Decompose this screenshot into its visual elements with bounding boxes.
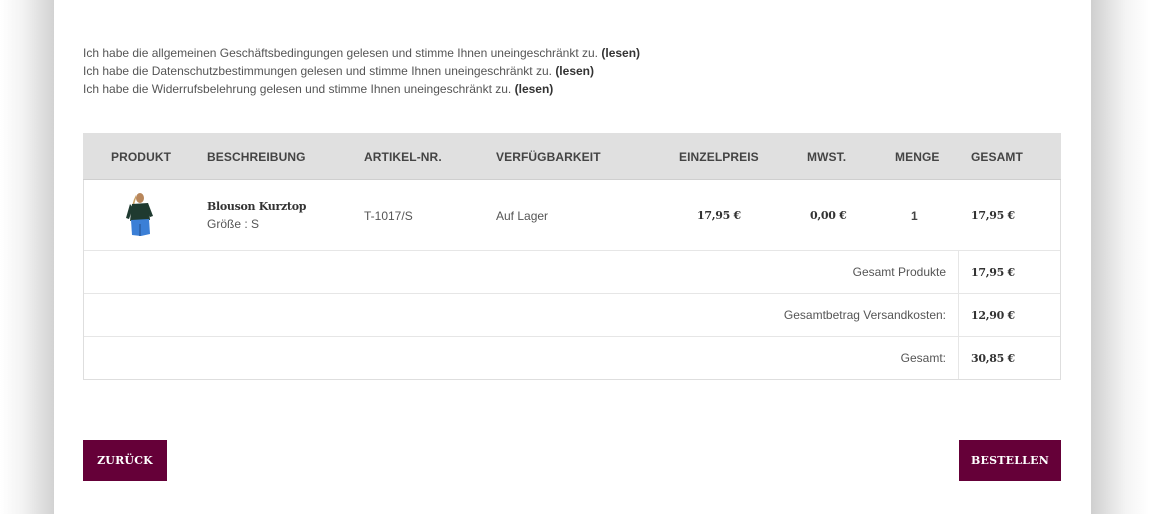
summary-column-divider xyxy=(958,250,959,379)
product-article-no: T-1017/S xyxy=(364,209,413,223)
product-availability: Auf Lager xyxy=(496,209,549,223)
agreement-privacy-read-link[interactable]: (lesen) xyxy=(555,64,594,78)
back-button[interactable]: ZURÜCK xyxy=(83,440,167,481)
agreement-terms-text: Ich habe die allgemeinen Geschäftsbeding… xyxy=(83,46,599,60)
header-product: PRODUKT xyxy=(111,150,172,164)
agreement-terms-read-link[interactable]: (lesen) xyxy=(601,46,640,60)
agreement-terms: Ich habe die allgemeinen Geschäftsbeding… xyxy=(83,44,640,62)
header-availability: VERFÜGBARKEIT xyxy=(496,150,601,164)
header-article-no: ARTIKEL-NR. xyxy=(364,150,442,164)
cart-table-header: PRODUKT BESCHREIBUNG ARTIKEL-NR. VERFÜGB… xyxy=(83,133,1061,180)
product-name[interactable]: Blouson Kurztop xyxy=(207,200,306,213)
product-size: Größe : S xyxy=(207,217,260,231)
agreement-privacy: Ich habe die Datenschutzbestimmungen gel… xyxy=(83,62,640,80)
row-divider xyxy=(84,336,1060,337)
row-divider xyxy=(84,250,1060,251)
header-quantity: MENGE xyxy=(895,150,940,164)
header-vat: MWST. xyxy=(807,150,847,164)
agreement-revocation-text: Ich habe die Widerrufsbelehrung gelesen … xyxy=(83,82,512,96)
product-quantity: 1 xyxy=(911,209,918,223)
agreement-privacy-text: Ich habe die Datenschutzbestimmungen gel… xyxy=(83,64,552,78)
summary-products-value: 17,95 € xyxy=(971,266,1015,279)
product-thumbnail[interactable] xyxy=(124,192,154,238)
row-divider xyxy=(84,293,1060,294)
agreement-revocation-read-link[interactable]: (lesen) xyxy=(515,82,554,96)
header-total: GESAMT xyxy=(971,150,1023,164)
summary-grand-label: Gesamt: xyxy=(900,351,946,365)
summary-shipping-label: Gesamtbetrag Versandkosten: xyxy=(783,308,946,322)
header-description: BESCHREIBUNG xyxy=(207,150,306,164)
product-unit-price: 17,95 € xyxy=(697,209,741,222)
summary-products-label: Gesamt Produkte xyxy=(852,265,946,279)
terms-agreements: Ich habe die allgemeinen Geschäftsbeding… xyxy=(83,44,640,98)
page-shadow-left xyxy=(0,0,54,514)
product-total: 17,95 € xyxy=(971,209,1015,222)
order-button[interactable]: BESTELLEN xyxy=(959,440,1061,481)
cart-table-body: Blouson Kurztop Größe : S T-1017/S Auf L… xyxy=(83,180,1061,380)
summary-grand-value: 30,85 € xyxy=(971,352,1015,365)
product-vat: 0,00 € xyxy=(810,209,847,222)
summary-shipping-value: 12,90 € xyxy=(971,309,1015,322)
page-shadow-right xyxy=(1091,0,1149,514)
header-unit-price: EINZELPREIS xyxy=(679,150,759,164)
agreement-revocation: Ich habe die Widerrufsbelehrung gelesen … xyxy=(83,80,640,98)
